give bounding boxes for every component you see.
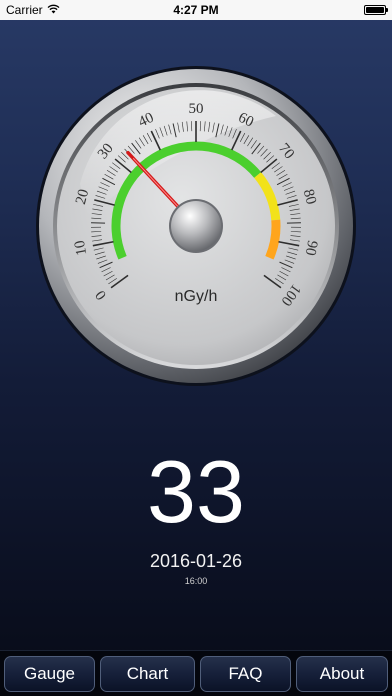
tab-bar: Gauge Chart FAQ About — [0, 650, 392, 696]
status-time: 4:27 PM — [173, 3, 219, 17]
gauge-tick-label: 10 — [72, 239, 91, 257]
reading-value: 33 — [147, 442, 245, 541]
gauge-tick-label: 90 — [302, 239, 321, 257]
reading-date: 2016-01-26 — [149, 551, 243, 571]
gauge-tick-label: 50 — [189, 101, 204, 117]
tab-about[interactable]: About — [296, 656, 388, 692]
status-bar: Carrier 4:27 PM — [0, 0, 392, 20]
reading-time: 16:00 — [184, 576, 208, 586]
battery-icon — [364, 5, 388, 15]
gauge-hub — [171, 201, 221, 251]
gauge-dial: 0102030405060708090100 nGy/h — [36, 66, 356, 386]
tab-chart[interactable]: Chart — [100, 656, 195, 692]
tab-faq[interactable]: FAQ — [200, 656, 291, 692]
tab-gauge[interactable]: Gauge — [4, 656, 95, 692]
gauge: 0 10 20 30 40 50 60 70 80 90 100 nGy/h — [36, 66, 356, 386]
gauge-unit-label: nGy/h — [175, 288, 218, 305]
